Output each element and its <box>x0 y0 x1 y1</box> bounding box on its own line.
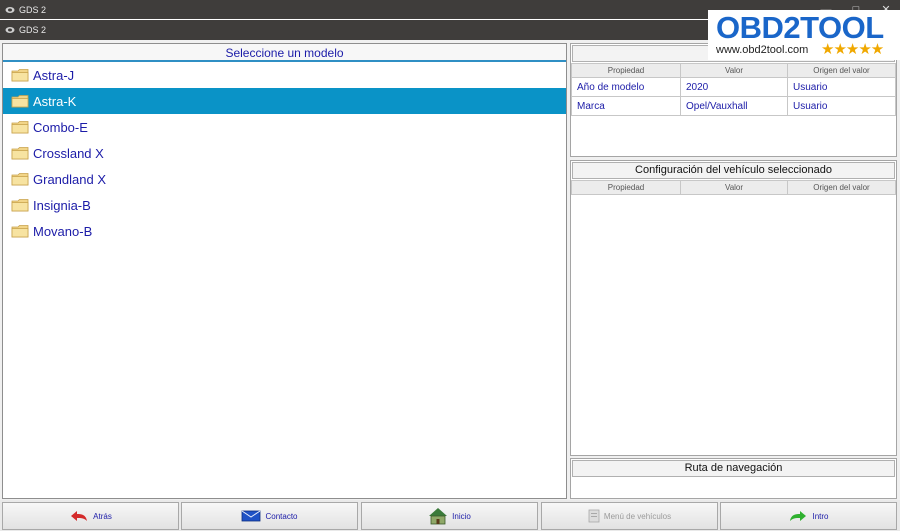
folder-icon <box>11 199 29 212</box>
model-item-crossland-x[interactable]: Crossland X <box>3 140 566 166</box>
folder-icon <box>11 225 29 238</box>
table-cell: Usuario <box>787 96 896 116</box>
model-list-panel: Seleccione un modelo Astra-J Astra-K Com… <box>2 43 567 499</box>
navigation-panel-title: Ruta de navegación <box>572 460 895 477</box>
config-panel-title: Configuración del vehículo seleccionado <box>572 162 895 179</box>
model-label: Astra-J <box>33 67 75 83</box>
config-panel: Configuración del vehículo seleccionado … <box>570 160 897 456</box>
back-label: Atrás <box>93 511 112 521</box>
home-button[interactable]: Inicio <box>361 502 538 530</box>
table-row[interactable]: Marca Opel/Vauxhall Usuario <box>571 96 896 116</box>
folder-icon <box>11 121 29 134</box>
back-button[interactable]: Atrás <box>2 502 179 530</box>
back-arrow-icon <box>71 511 88 521</box>
house-icon <box>429 508 448 525</box>
folder-icon <box>11 173 29 186</box>
model-label: Combo-E <box>33 119 88 135</box>
brand-url: www.obd2tool.com <box>716 44 809 56</box>
window-app-icon <box>5 6 15 13</box>
table-header-row: Propiedad Valor Origen del valor <box>571 180 896 195</box>
model-item-astra-k[interactable]: Astra-K <box>3 88 566 114</box>
table-row[interactable]: Año de modelo 2020 Usuario <box>571 77 896 97</box>
envelope-icon <box>242 510 261 522</box>
folder-icon <box>11 95 29 108</box>
model-item-grandland-x[interactable]: Grandland X <box>3 166 566 192</box>
navigation-path-panel: Ruta de navegación <box>570 458 897 499</box>
table-cell: Opel/Vauxhall <box>680 96 788 116</box>
model-item-insignia-b[interactable]: Insignia-B <box>3 192 566 218</box>
column-header: Propiedad <box>571 63 681 78</box>
column-header: Origen del valor <box>787 180 896 195</box>
vehicle-menu-button[interactable]: Menú de vehículos <box>541 502 718 530</box>
model-label: Crossland X <box>33 145 104 161</box>
model-list-header: Seleccione un modelo <box>3 44 566 62</box>
model-label: Movano-B <box>33 223 93 239</box>
model-label: Insignia-B <box>33 197 91 213</box>
table-header-row: Propiedad Valor Origen del valor <box>571 63 896 78</box>
window-title: GDS 2 <box>19 4 47 15</box>
table-cell: Año de modelo <box>571 77 681 97</box>
model-item-movano-b[interactable]: Movano-B <box>3 218 566 244</box>
intro-button[interactable]: Intro <box>720 502 897 530</box>
table-cell: Usuario <box>787 77 896 97</box>
folder-icon <box>11 147 29 160</box>
home-label: Inicio <box>452 511 471 521</box>
contact-label: Contacto <box>265 511 298 521</box>
vehicle-data-panel: Vehíc Propiedad Valor Origen del valor A… <box>570 43 897 157</box>
column-header: Origen del valor <box>787 63 896 78</box>
intro-label: Intro <box>812 511 829 521</box>
window-app-icon <box>5 27 15 33</box>
model-item-combo-e[interactable]: Combo-E <box>3 114 566 140</box>
contact-button[interactable]: Contacto <box>181 502 358 530</box>
vehicle-menu-label: Menú de vehículos <box>603 511 672 521</box>
bottom-toolbar: Atrás Contacto Inicio Menú de vehículos … <box>0 500 900 531</box>
config-props-table: Propiedad Valor Origen del valor <box>571 180 896 195</box>
forward-arrow-icon <box>790 511 807 521</box>
column-header: Propiedad <box>571 180 681 195</box>
column-header: Valor <box>680 180 788 195</box>
vehicle-menu-icon <box>588 509 600 523</box>
rating-stars-icon: ★★★★★ <box>821 41 884 58</box>
inner-window-title: GDS 2 <box>19 25 47 35</box>
vehicle-props-table: Propiedad Valor Origen del valor Año de … <box>571 63 896 116</box>
model-label: Grandland X <box>33 171 106 187</box>
brand-watermark: OBD2TOOL www.obd2tool.com ★★★★★ <box>708 10 900 60</box>
model-label: Astra-K <box>33 93 77 109</box>
table-cell: 2020 <box>680 77 788 97</box>
column-header: Valor <box>680 63 788 78</box>
table-cell: Marca <box>571 96 681 116</box>
folder-icon <box>11 69 29 82</box>
model-item-astra-j[interactable]: Astra-J <box>3 62 566 88</box>
model-list: Astra-J Astra-K Combo-E Crossland X Gran… <box>3 62 566 244</box>
